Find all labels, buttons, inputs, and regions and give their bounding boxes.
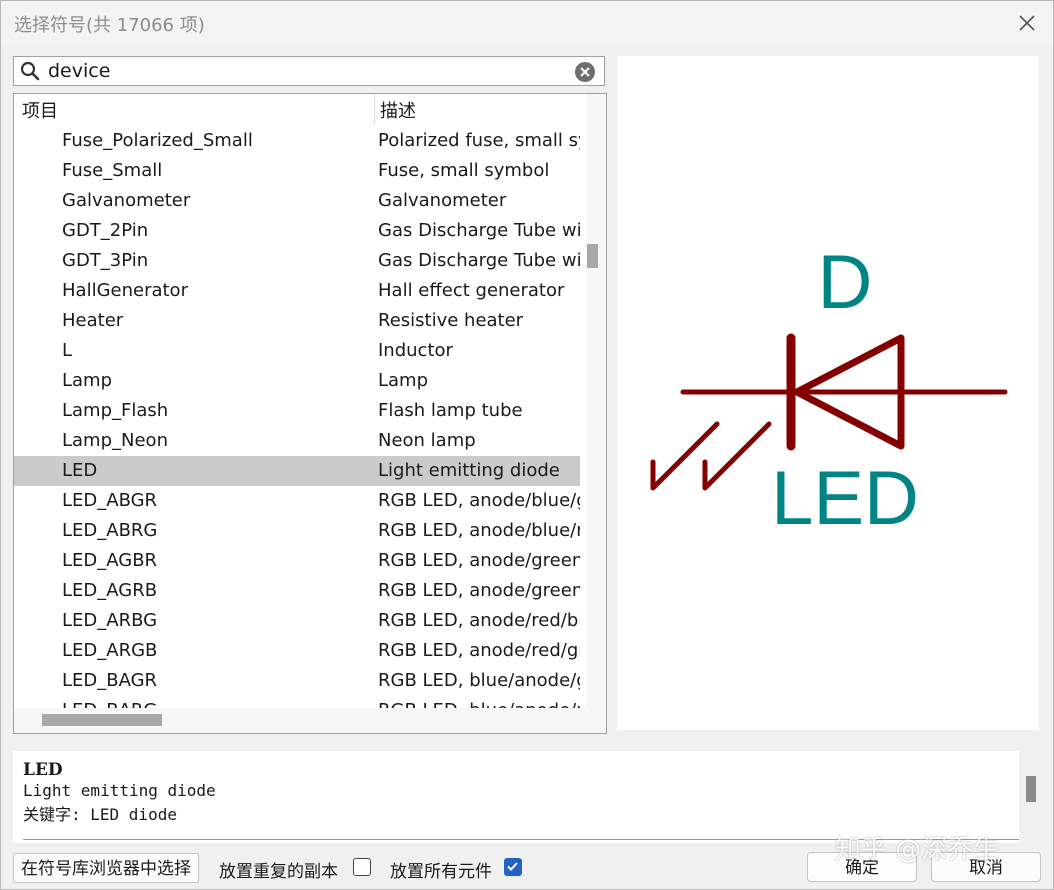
info-keywords: 关键字: LED diode <box>23 805 177 824</box>
cell-symbol-name: LED_AGRB <box>62 580 158 601</box>
checkmark-icon <box>507 862 518 871</box>
symbol-value-text: LED <box>771 456 919 541</box>
table-row[interactable]: Fuse_Polarized_Small Polarized fuse, smal… <box>14 126 580 156</box>
cell-symbol-name: Heater <box>62 310 124 331</box>
table-row[interactable]: LED_ABRG RGB LED, anode/blue/re <box>14 516 580 546</box>
table-row[interactable]: LED_BAGR RGB LED, blue/anode/g <box>14 666 580 696</box>
cell-description: RGB LED, anode/red/blu <box>378 610 580 631</box>
table-row[interactable]: Heater Resistive heater <box>14 306 580 336</box>
table-row[interactable]: Lamp Lamp <box>14 366 580 396</box>
place-all-units-checkbox[interactable] <box>504 858 522 876</box>
cell-description: Resistive heater <box>378 310 524 331</box>
symbol-chooser-dialog: 选择符号(共 17066 项) 项目 描述 <box>0 0 1054 890</box>
table-row[interactable]: LED_ABGR RGB LED, anode/blue/g <box>14 486 580 516</box>
vertical-scrollbar-thumb[interactable] <box>587 244 598 268</box>
column-header-description[interactable]: 描述 <box>380 97 416 123</box>
cell-symbol-name: Fuse_Polarized_Small <box>62 130 253 151</box>
cell-symbol-name: LED_ABRG <box>62 520 158 541</box>
cell-description: RGB LED, blue/anode/r <box>378 696 580 708</box>
table-row[interactable]: L Inductor <box>14 336 580 366</box>
table-row[interactable]: LED_AGRB RGB LED, anode/green/ <box>14 576 580 606</box>
symbol-preview: D LED <box>617 56 1039 730</box>
table-row[interactable]: Lamp_Neon Neon lamp <box>14 426 580 456</box>
cell-description: Neon lamp <box>378 430 476 451</box>
cell-description: Polarized fuse, small syr <box>378 130 580 151</box>
horizontal-scrollbar-thumb[interactable] <box>42 714 162 726</box>
place-repeated-checkbox[interactable] <box>353 858 371 876</box>
cell-description: RGB LED, anode/green/ <box>378 580 580 601</box>
table-row[interactable]: LED_AGBR RGB LED, anode/green/ <box>14 546 580 576</box>
cell-description: RGB LED, anode/red/gr <box>378 640 580 661</box>
cell-symbol-name: LED_BAGR <box>62 670 158 691</box>
search-input[interactable] <box>48 59 568 83</box>
cell-description: Lamp <box>378 370 429 391</box>
cell-symbol-name: GDT_3Pin <box>62 250 149 271</box>
cell-description: RGB LED, anode/blue/g <box>378 490 580 511</box>
cell-description: Gas Discharge Tube wit <box>378 220 580 241</box>
table-row[interactable]: Galvanometer Galvanometer <box>14 186 580 216</box>
table-rows: Fuse_Polarized_Small Polarized fuse, smal… <box>14 126 580 708</box>
search-icon <box>20 61 40 81</box>
close-icon[interactable] <box>1007 3 1047 43</box>
vertical-scrollbar[interactable] <box>586 94 606 708</box>
window-title: 选择符号(共 17066 项) <box>14 15 205 36</box>
cell-description: RGB LED, anode/green/ <box>378 550 580 571</box>
table-row[interactable]: LED_ARGB RGB LED, anode/red/gr <box>14 636 580 666</box>
cell-description: Gas Discharge Tube wit <box>378 250 580 271</box>
cell-description: Inductor <box>378 340 453 361</box>
cell-description: Fuse, small symbol <box>378 160 550 181</box>
cell-symbol-name: LED_ABGR <box>62 490 158 511</box>
clear-circle-icon[interactable] <box>574 61 596 83</box>
cell-symbol-name: Lamp_Flash <box>62 400 169 421</box>
table-row[interactable]: Fuse_Small Fuse, small symbol <box>14 156 580 186</box>
column-divider[interactable] <box>374 94 375 124</box>
search-box <box>13 56 605 86</box>
cell-symbol-name: LED_ARBG <box>62 610 158 631</box>
place-repeated-label[interactable]: 放置重复的副本 <box>219 857 338 882</box>
cell-symbol-name: LED_AGBR <box>62 550 158 571</box>
title-bar: 选择符号(共 17066 项) <box>1 1 1053 45</box>
cell-symbol-name: Lamp <box>62 370 113 391</box>
table-row[interactable]: LED Light emitting diode <box>14 456 580 486</box>
cell-symbol-name: Fuse_Small <box>62 160 163 181</box>
table-row[interactable]: GDT_2Pin Gas Discharge Tube wit <box>14 216 580 246</box>
cell-symbol-name: LED_ARGB <box>62 640 158 661</box>
cell-description: RGB LED, anode/blue/re <box>378 520 580 541</box>
cell-symbol-name: Galvanometer <box>62 190 191 211</box>
info-symbol-name: LED <box>23 760 63 780</box>
cell-symbol-name: Lamp_Neon <box>62 430 168 451</box>
table-row[interactable]: Lamp_Flash Flash lamp tube <box>14 396 580 426</box>
symbol-reference-text: D <box>818 240 873 325</box>
cell-symbol-name: LED_BARG <box>62 696 157 708</box>
cell-description: Light emitting diode <box>378 460 560 481</box>
table-row[interactable]: LED_ARBG RGB LED, anode/red/blu <box>14 606 580 636</box>
info-scrollbar-thumb[interactable] <box>1026 776 1036 802</box>
table-row[interactable]: HallGenerator Hall effect generator <box>14 276 580 306</box>
table-row[interactable]: GDT_3Pin Gas Discharge Tube wit <box>14 246 580 276</box>
table-header: 项目 描述 <box>14 94 580 124</box>
select-in-library-browser-button[interactable]: 在符号库浏览器中选择 <box>13 853 199 883</box>
cell-symbol-name: HallGenerator <box>62 280 188 301</box>
cell-description: RGB LED, blue/anode/g <box>378 670 580 691</box>
table-row[interactable]: LED_BARG RGB LED, blue/anode/r <box>14 696 580 708</box>
led-arrow-2 <box>702 421 772 491</box>
cell-description: Hall effect generator <box>378 280 565 301</box>
watermark: 知乎 @深乔生 <box>835 835 1000 865</box>
column-header-item[interactable]: 项目 <box>22 97 58 123</box>
symbol-list[interactable]: 项目 描述 Fuse_Polarized_Small Polarized fuse… <box>13 93 607 734</box>
cell-description: Flash lamp tube <box>378 400 523 421</box>
cell-symbol-name: GDT_2Pin <box>62 220 149 241</box>
cell-description: Galvanometer <box>378 190 507 211</box>
place-all-units-label[interactable]: 放置所有元件 <box>390 857 492 882</box>
info-description: Light emitting diode <box>23 781 216 800</box>
cell-symbol-name: LED <box>62 460 98 481</box>
cell-symbol-name: L <box>62 340 73 361</box>
